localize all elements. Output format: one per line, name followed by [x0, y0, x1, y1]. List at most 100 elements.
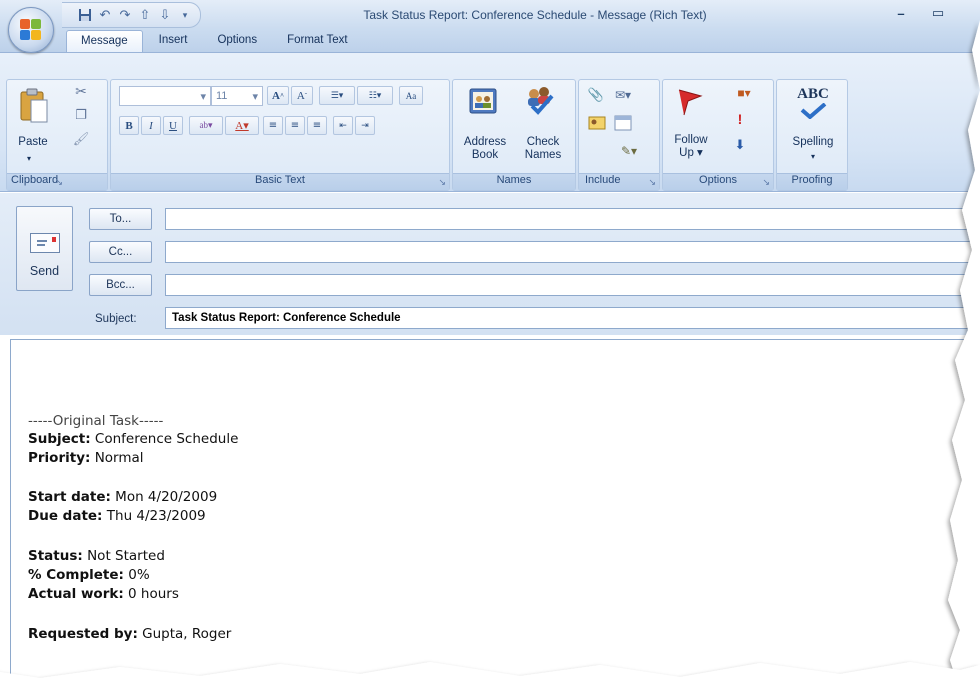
- body-start-value: Mon 4/20/2009: [110, 489, 218, 505]
- basic-text-launcher-icon[interactable]: ↘: [438, 177, 446, 188]
- paste-button[interactable]: Paste: [11, 136, 55, 149]
- copy-icon[interactable]: ❐: [71, 106, 91, 124]
- italic-icon[interactable]: I: [141, 116, 161, 135]
- font-name-combo[interactable]: ▾: [119, 86, 211, 106]
- clear-formatting-icon[interactable]: Aa: [399, 86, 423, 105]
- cut-icon[interactable]: ✂: [71, 82, 91, 100]
- attach-item-icon[interactable]: ✉▾: [609, 86, 637, 104]
- address-book-icon[interactable]: [467, 84, 499, 118]
- proofing-group-label: Proofing: [777, 173, 847, 190]
- send-envelope-icon: [30, 233, 60, 253]
- business-card-icon[interactable]: [587, 114, 607, 132]
- body-requested-by-line: Requested by: Gupta, Roger: [28, 626, 231, 642]
- bcc-field[interactable]: [165, 274, 980, 296]
- body-priority-value: Normal: [90, 450, 144, 466]
- title-bar: ↶ ↷ ⇧ ⇩ ▾ Task Status Report: Conference…: [0, 0, 980, 52]
- send-button[interactable]: Send: [16, 206, 73, 291]
- highlight-icon[interactable]: ab▾: [189, 116, 223, 135]
- font-size-value: 11: [216, 90, 228, 102]
- options-launcher-icon[interactable]: ↘: [762, 177, 770, 188]
- follow-up-flag-icon[interactable]: [675, 86, 705, 118]
- low-importance-icon[interactable]: ⬇: [733, 136, 747, 154]
- body-complete-label: % Complete:: [28, 567, 124, 583]
- abc-text: ABC: [797, 85, 829, 102]
- decrease-indent-icon[interactable]: ⇤: [333, 116, 353, 135]
- shrink-font-icon[interactable]: Aˇ: [291, 86, 313, 105]
- body-priority-line: Priority: Normal: [28, 450, 144, 466]
- increase-indent-icon[interactable]: ⇥: [355, 116, 375, 135]
- subject-field[interactable]: Task Status Report: Conference Schedule: [165, 307, 980, 329]
- spelling-icon[interactable]: ABC: [791, 84, 835, 120]
- align-right-icon[interactable]: ≡: [307, 116, 327, 135]
- high-importance-icon[interactable]: !: [733, 110, 747, 128]
- maximize-icon[interactable]: ▭: [925, 4, 951, 22]
- to-field[interactable]: [165, 208, 980, 230]
- body-due-value: Thu 4/23/2009: [102, 508, 206, 524]
- tab-message[interactable]: Message: [66, 30, 143, 52]
- grow-font-icon[interactable]: A ^: [267, 86, 289, 105]
- basic-text-group: ▾ 11 ▾ A ^ Aˇ ☰▾ ☷▾ Aa B I U ab▾ A▾ ≡ ≡ ≡ …: [110, 79, 450, 191]
- body-requested-label: Requested by:: [28, 626, 138, 642]
- proofing-group: ABC Spelling ▾ Proofing: [776, 79, 848, 191]
- body-due-label: Due date:: [28, 508, 103, 524]
- numbering-icon[interactable]: ☷▾: [357, 86, 393, 105]
- body-start-date-line: Start date: Mon 4/20/2009: [28, 489, 217, 505]
- spelling-dropdown-icon[interactable]: ▾: [777, 150, 849, 163]
- basic-text-group-label: Basic Text: [111, 173, 449, 190]
- office-logo-icon: [20, 19, 42, 41]
- cc-button[interactable]: Cc...: [89, 241, 152, 263]
- tab-insert[interactable]: Insert: [145, 30, 202, 52]
- bullets-icon[interactable]: ☰▾: [319, 86, 355, 105]
- check-names-icon[interactable]: [523, 82, 557, 118]
- names-group: Address Book Check Names Names: [452, 79, 576, 191]
- tab-format-text[interactable]: Format Text: [273, 30, 362, 52]
- check-names-button[interactable]: Check Names: [515, 136, 571, 162]
- body-status-label: Status:: [28, 548, 83, 564]
- body-priority-label: Priority:: [28, 450, 91, 466]
- body-status-value: Not Started: [82, 548, 165, 564]
- font-size-combo[interactable]: 11 ▾: [211, 86, 263, 106]
- spelling-button[interactable]: Spelling: [777, 136, 849, 149]
- cc-field[interactable]: [165, 241, 980, 263]
- underline-icon[interactable]: U: [163, 116, 183, 135]
- outlook-message-window: ↶ ↷ ⇧ ⇩ ▾ Task Status Report: Conference…: [0, 0, 980, 685]
- window-title: Task Status Report: Conference Schedule …: [363, 8, 707, 22]
- include-launcher-icon[interactable]: ↘: [648, 177, 656, 188]
- ribbon-tabs: Message Insert Options Format Text: [66, 30, 362, 52]
- include-group-label: Include: [579, 173, 659, 190]
- clipboard-launcher-icon[interactable]: ↘: [55, 177, 63, 188]
- bold-icon[interactable]: B: [119, 116, 139, 135]
- bcc-button[interactable]: Bcc...: [89, 274, 152, 296]
- categorize-icon[interactable]: ■▾: [729, 84, 759, 102]
- align-center-icon[interactable]: ≡: [285, 116, 305, 135]
- to-button[interactable]: To...: [89, 208, 152, 230]
- send-label: Send: [29, 264, 60, 278]
- body-actual-work-line: Actual work: 0 hours: [28, 586, 179, 602]
- message-header: Send To... Cc... Bcc... Subject: Task St…: [0, 193, 980, 335]
- options-group: Follow Up ▾ ■▾ ! ⬇ Options ↘: [662, 79, 774, 191]
- minimize-icon[interactable]: –: [888, 4, 914, 22]
- format-painter-icon[interactable]: 🖌: [71, 130, 91, 148]
- attach-file-icon[interactable]: 📎: [587, 86, 605, 104]
- message-body[interactable]: -----Original Task----- Subject: Confere…: [10, 339, 980, 685]
- align-left-icon[interactable]: ≡: [263, 116, 283, 135]
- paste-dropdown-icon[interactable]: ▾: [27, 152, 31, 165]
- names-group-label: Names: [453, 173, 575, 190]
- subject-label: Subject:: [95, 313, 137, 325]
- body-due-date-line: Due date: Thu 4/23/2009: [28, 508, 206, 524]
- include-group: 📎 ✉▾ ✎▾ Include ↘: [578, 79, 660, 191]
- font-color-icon[interactable]: A▾: [225, 116, 259, 135]
- check-names-label-2: Names: [524, 149, 562, 161]
- body-subject-line: Subject: Conference Schedule: [28, 431, 238, 447]
- address-book-label-2: Book: [471, 149, 499, 161]
- follow-up-button[interactable]: Follow Up ▾: [665, 134, 717, 160]
- signature-icon[interactable]: ✎▾: [615, 142, 643, 160]
- office-button[interactable]: [8, 7, 54, 53]
- paste-icon[interactable]: [17, 86, 51, 126]
- body-requested-value: Gupta, Roger: [137, 626, 232, 642]
- calendar-icon[interactable]: [613, 114, 633, 132]
- tab-options[interactable]: Options: [203, 30, 271, 52]
- options-group-label: Options: [663, 173, 773, 190]
- address-book-button[interactable]: Address Book: [457, 136, 513, 162]
- clipboard-group: Paste ▾ ✂ ❐ 🖌 Clipboard ↘: [6, 79, 108, 191]
